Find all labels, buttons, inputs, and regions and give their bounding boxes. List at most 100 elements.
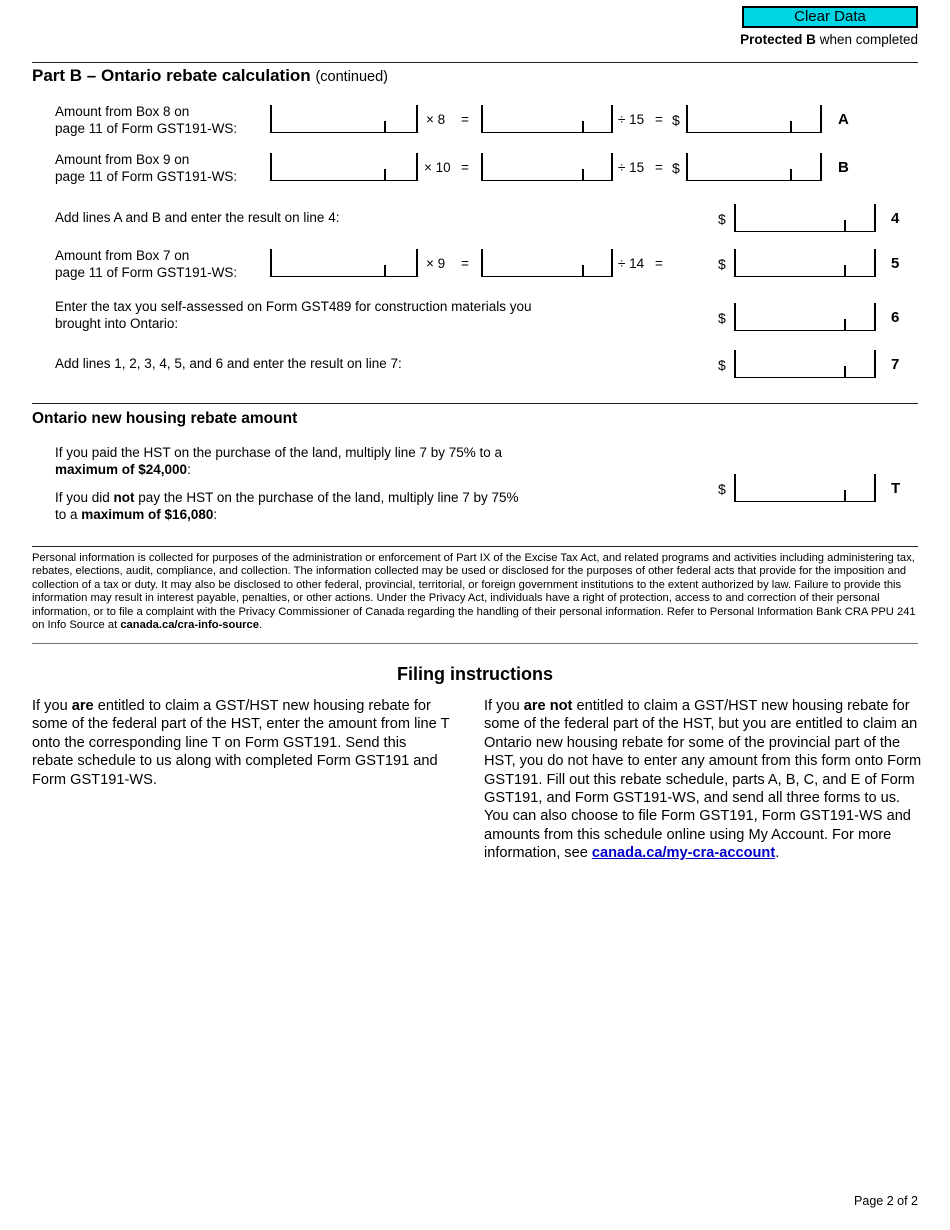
rebate-para2-part2: pay the HST on the purchase of the land,… (134, 490, 519, 505)
part-b-title: Part B – Ontario rebate calculation (con… (32, 66, 388, 86)
row-a-equals-1: = (461, 112, 469, 127)
line-label-a: A (838, 111, 849, 128)
line5-amount-box[interactable] (270, 249, 418, 277)
row-b-result-box[interactable] (686, 153, 822, 181)
decimal-tick (844, 220, 846, 231)
decimal-tick (844, 490, 846, 501)
part-b-title-text: Part B – Ontario rebate calculation (32, 66, 311, 85)
line-label-6: 6 (891, 309, 900, 326)
part-b-title-continued: (continued) (315, 69, 388, 85)
line5-amount-input[interactable] (274, 252, 382, 274)
row-b-amount-input[interactable] (274, 156, 382, 178)
decimal-tick (582, 265, 584, 276)
line5-equals-2: = (655, 256, 663, 271)
decimal-tick (844, 366, 846, 377)
filing-right-bold: are not (523, 698, 573, 714)
rebate-para2-line1: If you did not pay the HST on the purcha… (55, 490, 519, 506)
line5-multiply-op: × 9 (426, 256, 446, 271)
line7-label: Add lines 1, 2, 3, 4, 5, and 6 and enter… (55, 356, 402, 371)
filing-right-part1: If you (484, 698, 524, 714)
line5-result-input[interactable] (738, 252, 842, 274)
privacy-notice: Personal information is collected for pu… (32, 552, 920, 632)
line-label-5: 5 (891, 255, 900, 272)
form-page: Clear Data Protected B when completed Pa… (0, 0, 950, 1230)
filing-right-column: If you are not entitled to claim a GST/H… (484, 697, 922, 863)
line6-label-line2: brought into Ontario: (55, 316, 179, 331)
row-a-label-line1: Amount from Box 8 on (55, 104, 190, 119)
line6-label-line1: Enter the tax you self-assessed on Form … (55, 299, 532, 314)
rebate-para2-bold1: not (113, 490, 135, 505)
filing-right-end: . (775, 845, 780, 862)
row-b-equals-1: = (461, 160, 469, 175)
row-a-equals-2: = (655, 112, 663, 127)
line5-product-box[interactable] (481, 249, 613, 277)
row-a-divide-op: ÷ 15 (618, 112, 645, 127)
line-label-4: 4 (891, 210, 900, 227)
line-t-box[interactable] (734, 474, 876, 502)
row-b-label-line1: Amount from Box 9 on (55, 152, 190, 167)
line4-box[interactable] (734, 204, 876, 232)
line5-currency: $ (718, 256, 726, 272)
filing-right-part2: entitled to claim a GST/HST new housing … (484, 698, 922, 862)
part-b-top-rule (32, 62, 918, 63)
row-a-result-input[interactable] (690, 108, 788, 130)
line5-label-line2: page 11 of Form GST191-WS: (55, 265, 238, 280)
line6-input[interactable] (738, 306, 842, 328)
row-b-amount-box[interactable] (270, 153, 418, 181)
privacy-top-rule (32, 546, 918, 547)
row-a-amount-input[interactable] (274, 108, 382, 130)
row-b-equals-2: = (655, 160, 663, 175)
decimal-tick (582, 121, 584, 132)
line5-equals-1: = (461, 256, 469, 271)
row-a-amount-box[interactable] (270, 105, 418, 133)
decimal-tick (790, 169, 792, 180)
decimal-tick (384, 169, 386, 180)
row-a-product-input[interactable] (485, 108, 580, 130)
rebate-para1-end: : (187, 462, 191, 477)
row-a-multiply-op: × 8 (426, 112, 446, 127)
rebate-para1-bold: maximum of $24,000 (55, 462, 188, 477)
line4-input[interactable] (738, 207, 842, 229)
rebate-amount-top-rule (32, 403, 918, 404)
line6-box[interactable] (734, 303, 876, 331)
row-b-product-input[interactable] (485, 156, 580, 178)
filing-left-part1: If you (32, 698, 72, 714)
row-a-product-box[interactable] (481, 105, 613, 133)
row-b-multiply-op: × 10 (424, 160, 451, 175)
line6-currency: $ (718, 310, 726, 326)
line4-currency: $ (718, 211, 726, 227)
line-label-t: T (891, 480, 901, 497)
line-t-currency: $ (718, 481, 726, 497)
line-t-input[interactable] (738, 477, 842, 499)
rebate-amount-title: Ontario new housing rebate amount (32, 410, 298, 427)
line5-product-input[interactable] (485, 252, 580, 274)
decimal-tick (384, 121, 386, 132)
decimal-tick (844, 319, 846, 330)
clear-data-button[interactable]: Clear Data (742, 6, 918, 28)
line7-box[interactable] (734, 350, 876, 378)
row-b-product-box[interactable] (481, 153, 613, 181)
line4-label: Add lines A and B and enter the result o… (55, 210, 340, 225)
my-cra-account-link[interactable]: canada.ca/my-cra-account (592, 845, 775, 861)
line5-result-box[interactable] (734, 249, 876, 277)
row-b-result-input[interactable] (690, 156, 788, 178)
line7-input[interactable] (738, 353, 842, 375)
rebate-para2-line2-part1: to a (55, 507, 82, 522)
privacy-link-text: canada.ca/cra-info-source (120, 619, 259, 632)
row-b-label-line2: page 11 of Form GST191-WS: (55, 169, 238, 184)
line-label-7: 7 (891, 356, 900, 373)
rebate-para1-line2: maximum of $24,000: (55, 462, 191, 478)
filing-left-part2: entitled to claim a GST/HST new housing … (32, 698, 450, 788)
filing-left-bold: are (71, 698, 94, 714)
privacy-bottom-rule (32, 643, 918, 644)
decimal-tick (790, 121, 792, 132)
filing-left-column: If you are entitled to claim a GST/HST n… (32, 697, 450, 789)
decimal-tick (844, 265, 846, 276)
protected-b-suffix: when completed (815, 32, 918, 47)
row-a-currency: $ (672, 112, 680, 128)
decimal-tick (582, 169, 584, 180)
page-number: Page 2 of 2 (854, 1194, 918, 1208)
line7-currency: $ (718, 357, 726, 373)
row-a-label-line2: page 11 of Form GST191-WS: (55, 121, 238, 136)
row-a-result-box[interactable] (686, 105, 822, 133)
